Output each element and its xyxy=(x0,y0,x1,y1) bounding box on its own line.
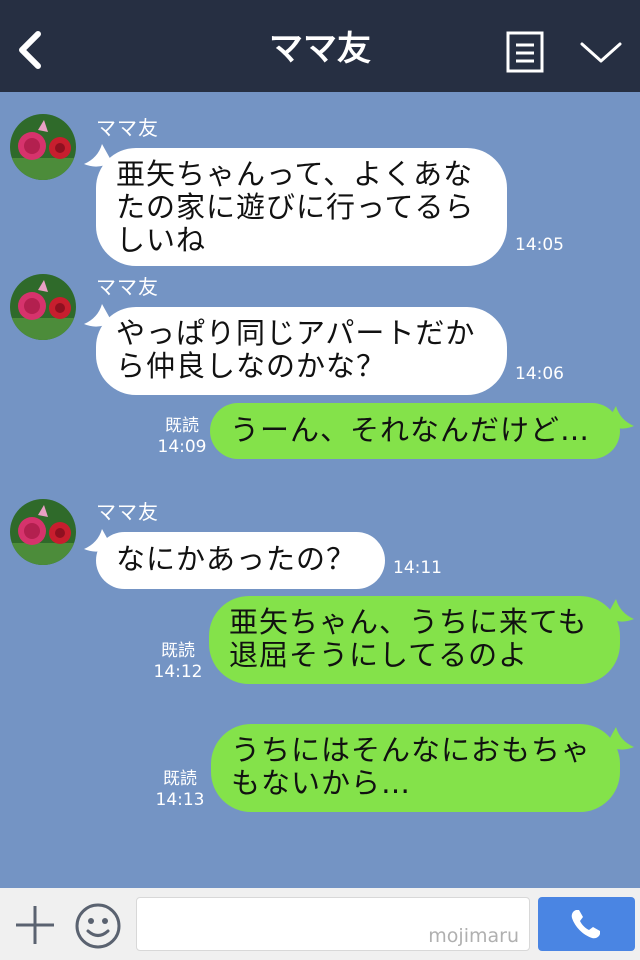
sender-name: ママ友 xyxy=(96,275,159,299)
message-line: なにかあったの？ xyxy=(116,542,357,576)
message-bubble[interactable]: 亜矢ちゃん、うちに来ても 退屈そうにしてるのよ xyxy=(209,596,620,684)
message-line: やっぱり同じアパートだか xyxy=(116,316,476,350)
read-receipt: 既読 14:13 xyxy=(152,769,208,811)
message-line: うちにはそんなにおもちゃ xyxy=(231,733,592,767)
read-label: 既読 xyxy=(163,769,197,789)
bubble-tail xyxy=(606,599,634,622)
message-time: 14:09 xyxy=(157,437,207,457)
chat-header: ママ友 xyxy=(0,0,640,92)
message-line: たの家に遊びに行ってるら xyxy=(116,190,475,224)
read-receipt: 既読 14:09 xyxy=(154,416,210,458)
message-time: 14:06 xyxy=(515,364,564,384)
input-bar: mojimaru xyxy=(0,888,640,960)
message-bubble[interactable]: うちにはそんなにおもちゃ もないから… xyxy=(211,724,620,812)
message-line: 亜矢ちゃん、うちに来ても xyxy=(229,605,588,639)
message-bubble[interactable]: うーん、それなんだけど… xyxy=(210,403,620,459)
message-time: 14:13 xyxy=(155,790,205,810)
message-line: 退屈そうにしてるのよ xyxy=(229,638,529,672)
message-bubble[interactable]: やっぱり同じアパートだか ら仲良しなのかな？ xyxy=(96,307,507,395)
sender-name: ママ友 xyxy=(96,500,159,524)
message-line: もないから… xyxy=(231,766,412,800)
sender-name: ママ友 xyxy=(96,116,159,140)
message-bubble[interactable]: なにかあったの？ xyxy=(96,532,385,589)
message-line: しいね xyxy=(116,223,207,257)
call-button[interactable] xyxy=(538,897,635,951)
avatar[interactable] xyxy=(10,499,76,565)
bubble-tail xyxy=(606,406,634,429)
emoji-icon[interactable] xyxy=(74,902,122,950)
message-bubble[interactable]: 亜矢ちゃんって、よくあな たの家に遊びに行ってるら しいね xyxy=(96,148,507,266)
message-time: 14:11 xyxy=(393,558,442,578)
avatar[interactable] xyxy=(10,274,76,340)
bubble-tail xyxy=(606,727,634,750)
message-line: ら仲良しなのかな？ xyxy=(116,349,387,383)
message-time: 14:05 xyxy=(515,235,564,255)
message-line: 亜矢ちゃんって、よくあな xyxy=(116,157,474,191)
message-time: 14:12 xyxy=(153,662,203,682)
watermark: mojimaru xyxy=(428,925,519,947)
read-label: 既読 xyxy=(161,641,195,661)
read-receipt: 既読 14:12 xyxy=(150,641,206,683)
message-input[interactable]: mojimaru xyxy=(136,897,530,951)
chevron-down-icon[interactable] xyxy=(578,34,624,68)
chat-title: ママ友 xyxy=(269,29,371,69)
message-line: うーん、それなんだけど… xyxy=(230,413,591,447)
phone-icon xyxy=(571,910,600,939)
chat-area[interactable]: ママ友 亜矢ちゃんって、よくあな たの家に遊びに行ってるら しいね 14:05 … xyxy=(0,92,640,888)
plus-icon[interactable] xyxy=(14,904,56,946)
avatar[interactable] xyxy=(10,114,76,180)
notes-icon[interactable] xyxy=(506,31,544,73)
read-label: 既読 xyxy=(165,416,199,436)
